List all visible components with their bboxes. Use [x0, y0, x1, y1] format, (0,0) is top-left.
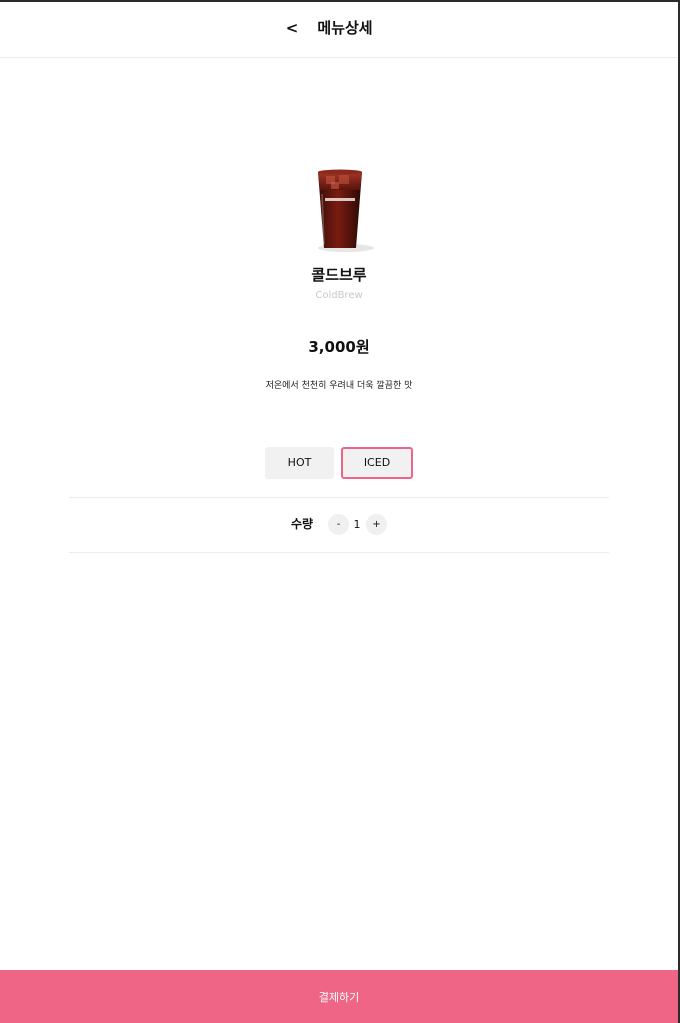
- temperature-option-hot[interactable]: HOT: [265, 447, 334, 479]
- product-name: 콜드브루: [311, 266, 367, 284]
- product-description: 저온에서 천천히 우려내 더욱 깔끔한 맛: [265, 381, 413, 391]
- product-name-english: ColdBrew: [315, 290, 363, 301]
- menu-detail-screen: < 메뉴상세 콜드브루 ColdBrew 3,000원 저온에서 천천히 우려내…: [0, 0, 680, 1023]
- divider: [69, 497, 609, 498]
- page-title: 메뉴상세: [317, 19, 373, 37]
- quantity-label: 수량: [290, 517, 314, 531]
- iced-coffee-cup-image: [318, 169, 374, 252]
- divider: [69, 552, 609, 553]
- quantity-value: 1: [353, 518, 361, 531]
- quantity-decrease-button[interactable]: -: [328, 514, 349, 535]
- header: < 메뉴상세: [0, 2, 678, 58]
- product-price: 3,000원: [308, 338, 370, 356]
- back-button[interactable]: <: [283, 16, 301, 40]
- temperature-option-iced[interactable]: ICED: [341, 447, 413, 479]
- quantity-increase-button[interactable]: +: [366, 514, 387, 535]
- pay-button[interactable]: 결제하기: [0, 970, 678, 1023]
